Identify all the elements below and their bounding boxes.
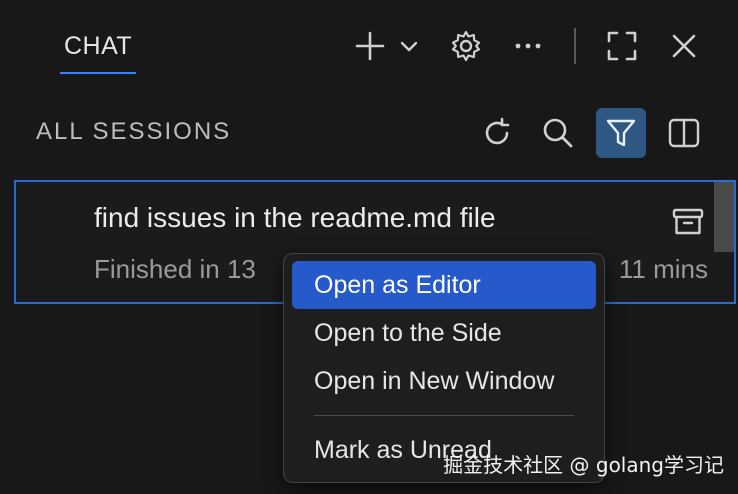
menu-item-open-new-window[interactable]: Open in New Window xyxy=(292,357,596,405)
menu-separator xyxy=(314,415,574,416)
archive-icon xyxy=(672,208,704,235)
maximize-icon xyxy=(607,31,637,61)
chat-panel: CHAT ALL SESSIONS find issues in the rea… xyxy=(0,0,738,494)
session-time: 11 mins xyxy=(618,254,708,284)
more-actions-button[interactable] xyxy=(508,26,548,66)
menu-item-open-to-side[interactable]: Open to the Side xyxy=(292,309,596,357)
sessions-title: ALL SESSIONS xyxy=(36,118,232,145)
gear-icon xyxy=(451,30,481,62)
plus-icon xyxy=(355,31,385,61)
filter-icon xyxy=(606,119,636,147)
close-icon xyxy=(672,34,696,58)
ellipsis-icon xyxy=(515,43,541,49)
chevron-down-icon xyxy=(400,41,418,52)
new-chat-button[interactable] xyxy=(350,26,390,66)
watermark: 掘金技术社区 @ golang学习记 xyxy=(443,453,724,477)
search-icon xyxy=(543,118,573,148)
session-title: find issues in the readme.md file xyxy=(94,202,496,233)
toggle-side-panel-button[interactable] xyxy=(659,108,709,158)
maximize-button[interactable] xyxy=(602,26,642,66)
tab-chat-label: CHAT xyxy=(64,32,133,60)
refresh-icon xyxy=(485,117,510,145)
filter-button[interactable] xyxy=(596,108,646,158)
tab-active-indicator xyxy=(60,72,137,74)
split-panel-icon xyxy=(668,118,700,148)
close-button[interactable] xyxy=(664,26,704,66)
tab-chat[interactable]: CHAT xyxy=(60,28,137,74)
new-chat-dropdown[interactable] xyxy=(390,26,428,66)
search-sessions-button[interactable] xyxy=(533,108,583,158)
settings-button[interactable] xyxy=(446,26,486,66)
header-divider xyxy=(574,28,576,64)
archive-session-button[interactable] xyxy=(668,204,708,240)
session-scrollbar[interactable] xyxy=(714,182,734,252)
menu-item-open-as-editor[interactable]: Open as Editor xyxy=(292,261,596,309)
refresh-button[interactable] xyxy=(472,108,522,158)
session-status: Finished in 13 xyxy=(94,254,256,284)
